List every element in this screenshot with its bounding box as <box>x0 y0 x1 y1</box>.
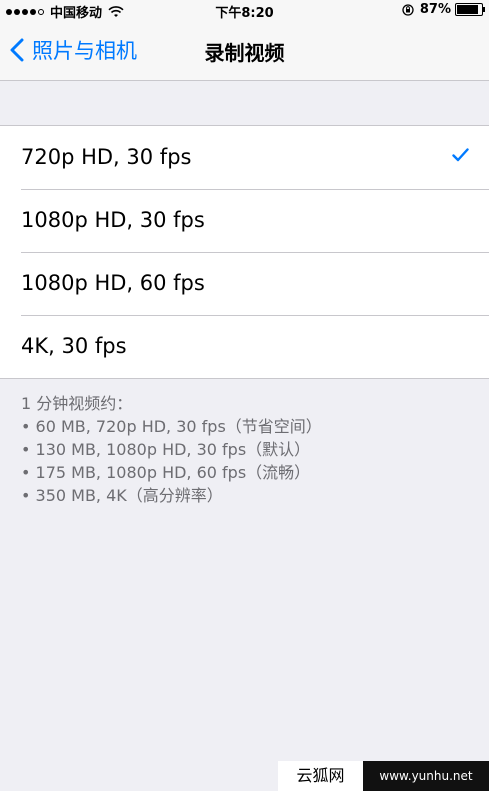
navigation-bar: 照片与相机 录制视频 <box>0 20 489 81</box>
notes-intro: 1 分钟视频约： <box>21 394 133 413</box>
option-1080p-30fps[interactable]: 1080p HD, 30 fps <box>0 189 489 252</box>
note-line: • 60 MB, 720p HD, 30 fps（节省空间） <box>21 417 322 436</box>
option-label: 720p HD, 30 fps <box>21 145 192 169</box>
watermark: 云狐网 www.yunhu.net <box>278 761 489 791</box>
battery-icon <box>455 3 485 16</box>
battery-fill <box>457 5 478 14</box>
option-label: 1080p HD, 30 fps <box>21 208 205 232</box>
status-bar: 中国移动 下午8:20 87% <box>0 0 489 21</box>
status-right: 87% <box>402 2 485 17</box>
watermark-url: www.yunhu.net <box>363 761 489 791</box>
note-line: • 130 MB, 1080p HD, 30 fps（默认） <box>21 440 311 459</box>
option-1080p-60fps[interactable]: 1080p HD, 60 fps <box>0 252 489 315</box>
checkmark-icon <box>452 148 469 162</box>
battery-percent: 87% <box>419 2 451 17</box>
watermark-site-name: 云狐网 <box>278 761 363 791</box>
page-title: 录制视频 <box>204 41 285 65</box>
note-line: • 175 MB, 1080p HD, 60 fps（流畅） <box>21 463 311 482</box>
option-label: 4K, 30 fps <box>21 334 127 358</box>
option-4k-30fps[interactable]: 4K, 30 fps <box>0 315 489 378</box>
option-label: 1080p HD, 60 fps <box>21 271 205 295</box>
note-line: • 350 MB, 4K（高分辨率） <box>21 486 223 505</box>
rotation-lock-icon <box>402 3 414 16</box>
storage-size-notes: 1 分钟视频约： • 60 MB, 720p HD, 30 fps（节省空间） … <box>21 392 471 507</box>
video-format-list: 720p HD, 30 fps 1080p HD, 30 fps 1080p H… <box>0 125 489 379</box>
option-720p-30fps[interactable]: 720p HD, 30 fps <box>0 126 489 189</box>
